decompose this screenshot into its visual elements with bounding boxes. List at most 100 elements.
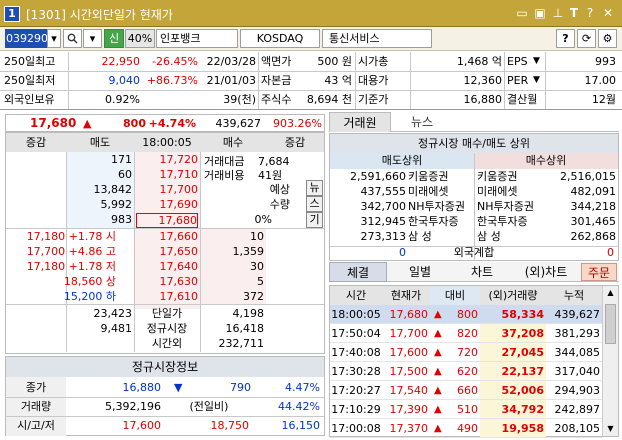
trade-cum: 242,897 bbox=[554, 403, 601, 416]
news-button-2[interactable]: 스 bbox=[306, 196, 323, 212]
ob-header-chg-sell: 증감 bbox=[25, 136, 47, 149]
eps-label: EPS bbox=[507, 55, 528, 68]
credit-badge: 신 bbox=[104, 29, 124, 48]
trade-cum: 439,627 bbox=[554, 308, 601, 321]
close-icon[interactable]: ✕ bbox=[600, 5, 616, 21]
scroll-thumb[interactable] bbox=[605, 304, 616, 344]
trade-row[interactable]: 17:10:29 17,390 ▲ 510 34,792 242,897 bbox=[330, 400, 602, 419]
high250-rate: -26.45% bbox=[152, 55, 198, 68]
foreign-value: 0.92% bbox=[105, 93, 140, 106]
par-value: 500 원 bbox=[317, 55, 352, 68]
settings-button[interactable]: ⚙ bbox=[598, 29, 617, 48]
sector-label: 통신서비스 bbox=[322, 29, 432, 48]
tab-broker[interactable]: 거래원 bbox=[329, 112, 391, 132]
low250-value: 9,040 bbox=[108, 74, 141, 87]
toolbar: 039290 ▾ ▾ 신 40% 인포뱅크 KOSDAQ 통신서비스 ? ⟳ ⚙ bbox=[0, 27, 622, 51]
trade-price: 17,390 bbox=[389, 403, 429, 416]
help-button[interactable]: ? bbox=[556, 29, 575, 48]
trade-row[interactable]: 17:20:27 17,540 ▲ 660 52,006 294,903 bbox=[330, 381, 602, 400]
high250-value: 22,950 bbox=[101, 55, 141, 68]
tab-trades[interactable]: 체결 bbox=[329, 262, 387, 282]
base-label: 기준가 bbox=[358, 93, 389, 106]
window-title: [1301] 시간외단일가 현재가 bbox=[26, 8, 173, 22]
down-arrow-icon: ▼ bbox=[174, 381, 183, 394]
trades-hdr-price: 현재가 bbox=[390, 289, 422, 302]
trade-change: 660 bbox=[457, 384, 478, 397]
trade-row[interactable]: 17:40:08 17,600 ▲ 720 27,045 344,085 bbox=[330, 343, 602, 362]
stock-code-input[interactable]: 039290 bbox=[5, 29, 48, 48]
stock-name: 인포뱅크 bbox=[156, 29, 238, 48]
shares-value: 8,694 천 bbox=[306, 93, 352, 106]
trade-change: 620 bbox=[457, 365, 478, 378]
refresh-button[interactable]: ⟳ bbox=[577, 29, 596, 48]
trades-scrollbar[interactable]: ▲ ▼ bbox=[602, 286, 618, 436]
help-icon[interactable]: ? bbox=[582, 5, 598, 21]
fiscal-value: 12월 bbox=[591, 93, 616, 106]
title-bar: 1 [1301] 시간외단일가 현재가 ▭ ▣ ⊥ T ? ✕ bbox=[0, 0, 622, 27]
sell-price[interactable]: 17,690 bbox=[136, 195, 199, 214]
trade-time: 17:20:27 bbox=[331, 384, 381, 397]
close-rate: 4.47% bbox=[285, 381, 320, 394]
restore-icon[interactable]: ▭ bbox=[514, 5, 530, 21]
trade-time: 17:30:28 bbox=[331, 365, 381, 378]
other-button[interactable]: 기 bbox=[306, 212, 323, 228]
shares-label: 주식수 bbox=[261, 93, 292, 106]
trade-row[interactable]: 17:50:04 17,700 ▲ 820 37,208 381,293 bbox=[330, 324, 602, 343]
per-dropdown-icon[interactable]: ▼ bbox=[533, 71, 540, 90]
after-hours-total: 232,711 bbox=[218, 337, 265, 350]
substitute-label: 대용가 bbox=[358, 74, 389, 87]
eps-dropdown-icon[interactable]: ▼ bbox=[533, 52, 540, 71]
trades-header: 시간 현재가 대비 (외)거래량 누적 bbox=[330, 286, 602, 305]
foreign-buy: 0 bbox=[607, 246, 614, 259]
trade-row[interactable]: 18:00:05 17,680 ▲ 800 58,334 439,627 bbox=[330, 305, 602, 324]
expected-pct: 0% bbox=[254, 213, 272, 226]
stock-info-panel: 250일최고 22,950 -26.45% 22/03/28 액면가 500 원… bbox=[0, 52, 622, 110]
news-button[interactable]: 뉴 bbox=[306, 180, 323, 196]
trade-row[interactable]: 17:00:08 17,370 ▲ 490 19,958 208,105 bbox=[330, 419, 602, 438]
sell-price[interactable]: 17,680 bbox=[136, 213, 198, 228]
order-button[interactable]: 주문 bbox=[581, 263, 617, 281]
up-arrow-icon: ▲ bbox=[434, 328, 442, 339]
broker-panel: 정규시장 매수/매도 상위 매도상위 매수상위 2,591,660 키움증권 키… bbox=[329, 133, 619, 261]
margin-badge: 40% bbox=[125, 29, 155, 48]
text-icon[interactable]: T bbox=[566, 5, 582, 21]
tab-foreign-chart[interactable]: (외)차트 bbox=[515, 262, 577, 282]
broker-buy-qty: 262,868 bbox=[570, 230, 617, 243]
vs-prev-rate: 44.42% bbox=[278, 400, 320, 413]
trade-change: 510 bbox=[457, 403, 478, 416]
foreign-sell: 0 bbox=[399, 246, 406, 259]
trade-price: 17,600 bbox=[389, 346, 429, 359]
capital-value: 43 억 bbox=[324, 74, 352, 87]
tab-chart[interactable]: 차트 bbox=[453, 262, 511, 282]
price-bar: 17,680 ▲ 800 +4.74% 439,627 903.26% bbox=[5, 114, 325, 132]
low250-date: 21/01/03 bbox=[206, 74, 256, 87]
trade-change: 490 bbox=[457, 422, 478, 435]
search-icon[interactable] bbox=[63, 29, 82, 48]
reg-sell-total: 9,481 bbox=[100, 322, 133, 335]
trade-qty: 22,137 bbox=[501, 365, 544, 378]
dropdown-icon[interactable]: ▾ bbox=[47, 29, 61, 48]
pin-icon[interactable]: ⊥ bbox=[550, 5, 566, 21]
regular-market-title: 정규시장정보 bbox=[6, 357, 324, 377]
tab-news[interactable]: 뉴스 bbox=[391, 112, 453, 132]
per-value: 17.00 bbox=[584, 74, 617, 87]
trades-hdr-time: 시간 bbox=[345, 289, 367, 302]
maximize-icon[interactable]: ▣ bbox=[532, 5, 548, 21]
trade-price: 17,700 bbox=[389, 327, 429, 340]
up-arrow-icon: ▲ bbox=[434, 366, 442, 377]
tab-daily[interactable]: 일별 bbox=[391, 262, 449, 282]
order-book: 증감 매도 18:00:05 매수 증감 171 17,720 60 17,710… bbox=[5, 132, 325, 354]
trade-time: 17:00:08 bbox=[331, 422, 381, 435]
history-icon[interactable]: ▾ bbox=[83, 29, 102, 48]
trade-change: 800 bbox=[457, 308, 478, 321]
trade-row[interactable]: 17:30:28 17,500 ▲ 620 22,137 317,040 bbox=[330, 362, 602, 381]
ob-header-buy: 매수 bbox=[222, 136, 244, 149]
up-arrow-icon: ▲ bbox=[434, 347, 442, 358]
scroll-up-icon[interactable]: ▲ bbox=[603, 288, 618, 297]
total-volume: 439,627 bbox=[215, 117, 262, 130]
trade-cum: 294,903 bbox=[554, 384, 601, 397]
ohl-label: 시/고/저 bbox=[17, 419, 55, 432]
low-value: 16,150 bbox=[281, 419, 321, 432]
scroll-down-icon[interactable]: ▼ bbox=[603, 424, 618, 433]
trade-price: 17,370 bbox=[389, 422, 429, 435]
